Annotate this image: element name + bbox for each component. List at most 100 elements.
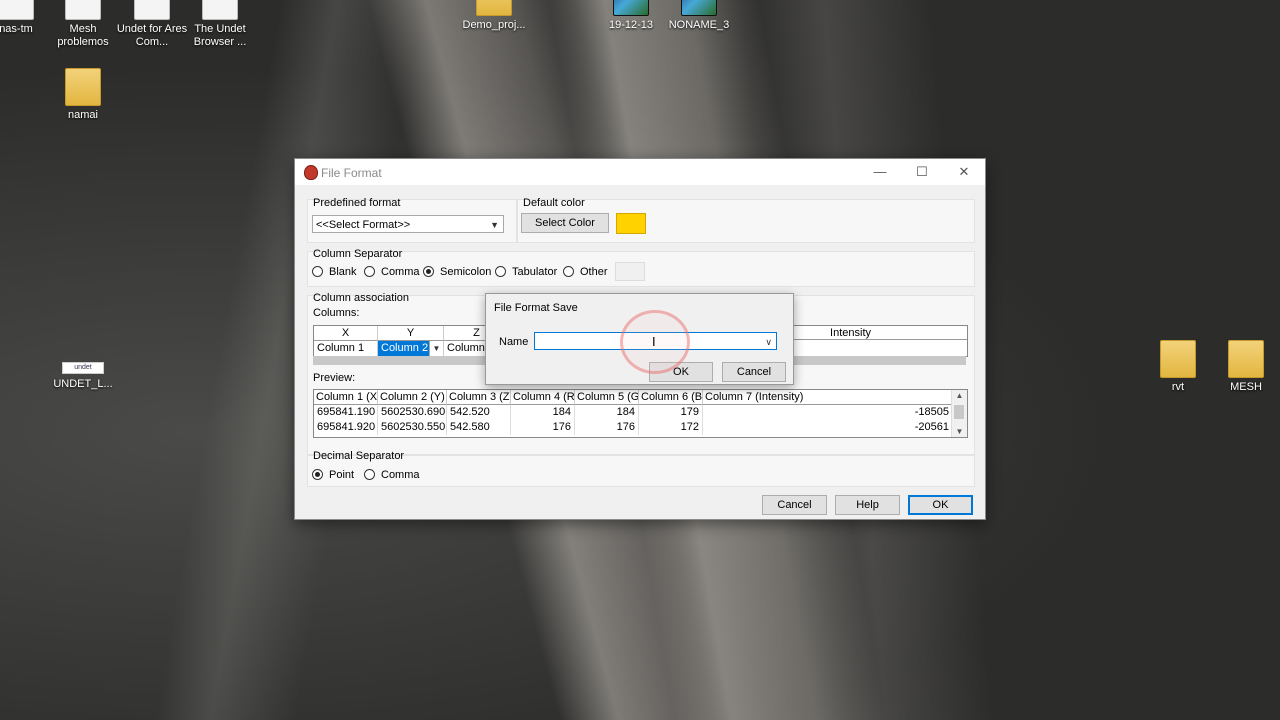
preview-cell: 172 xyxy=(639,420,703,435)
select-color-button[interactable]: Select Color xyxy=(521,213,609,233)
desktop-icon-label: NONAME_3 xyxy=(668,19,730,31)
window-title: File Format xyxy=(321,166,382,180)
desktop-icon-label: 19-12-13 xyxy=(608,19,654,31)
document-icon xyxy=(134,0,170,20)
grid-cell-x[interactable]: Column 1 xyxy=(314,341,378,356)
separator-radio-comma[interactable]: Comma xyxy=(364,266,420,279)
text-cursor-icon: I xyxy=(652,334,656,349)
preview-header: Column 7 (Intensity) xyxy=(703,390,952,405)
radio-label: Comma xyxy=(381,469,420,481)
ok-button[interactable]: OK xyxy=(908,495,973,515)
predefined-format-select[interactable]: <<Select Format>> ▼ xyxy=(312,215,504,233)
preview-vertical-scrollbar[interactable]: ▲ ▼ xyxy=(951,390,967,437)
default-color-label: Default color xyxy=(523,197,585,209)
desktop-icon-label: The Undet Browser ... xyxy=(193,23,247,48)
radio-label: Blank xyxy=(329,266,357,278)
radio-label: Tabulator xyxy=(512,266,558,278)
decimal-radio-point[interactable]: Point xyxy=(312,469,354,482)
preview-cell: 176 xyxy=(511,420,575,435)
undet-logo-icon: undet xyxy=(62,362,104,374)
preview-cell: 179 xyxy=(639,405,703,420)
desktop-icon-undet-browser[interactable]: The Undet Browser ... xyxy=(180,0,260,49)
minimize-button[interactable]: — xyxy=(859,159,901,185)
scroll-thumb[interactable] xyxy=(954,405,964,419)
dialog-title: File Format Save xyxy=(494,302,578,314)
chevron-down-icon: ▼ xyxy=(490,220,499,230)
name-label: Name xyxy=(499,336,529,348)
preview-header: Column 4 (R) xyxy=(511,390,575,405)
separator-radio-other[interactable]: Other xyxy=(563,266,608,279)
preview-cell: -18505 xyxy=(914,406,949,418)
predefined-format-label: Predefined format xyxy=(313,197,401,209)
desktop-icon-noname-3[interactable]: NONAME_3 xyxy=(659,0,739,32)
radio-selected-icon xyxy=(312,469,323,480)
radio-label: Comma xyxy=(381,266,420,278)
cancel-button[interactable]: Cancel xyxy=(762,495,827,515)
image-thumbnail-icon xyxy=(681,0,717,16)
separator-radio-blank[interactable]: Blank xyxy=(312,266,357,279)
radio-icon xyxy=(495,266,506,277)
preview-cell: 176 xyxy=(575,420,639,435)
folder-icon xyxy=(476,0,512,16)
window-titlebar[interactable]: File Format — ☐ ✕ xyxy=(295,159,985,185)
dialog-cancel-button[interactable]: Cancel xyxy=(722,362,786,382)
radio-icon xyxy=(364,469,375,480)
grid-header-y: Y xyxy=(378,326,444,341)
preview-cell: -20561 xyxy=(914,421,949,433)
document-icon xyxy=(0,0,34,20)
document-icon xyxy=(65,0,101,20)
radio-icon xyxy=(563,266,574,277)
preview-header: Column 3 (Z) xyxy=(447,390,511,405)
folder-icon xyxy=(1160,340,1196,378)
grid-cell-y-select[interactable]: Column 2 ▼ xyxy=(378,341,444,356)
desktop-icon-mesh[interactable]: MESH xyxy=(1206,340,1280,394)
radio-selected-icon xyxy=(423,266,434,277)
radio-label: Other xyxy=(580,266,608,278)
preview-header: Column 2 (Y) xyxy=(378,390,447,405)
desktop-icon-label: Demo_proj... xyxy=(462,19,526,31)
separator-radio-semicolon[interactable]: Semicolon xyxy=(423,266,491,279)
grid-header-x: X xyxy=(314,326,378,341)
preview-cell: 695841.190 xyxy=(314,405,378,420)
preview-cell: 184 xyxy=(511,405,575,420)
maximize-button[interactable]: ☐ xyxy=(901,159,943,185)
desktop-icon-undet-l[interactable]: undet UNDET_L... xyxy=(43,362,123,391)
column-association-label: Column association xyxy=(313,292,409,304)
app-logo-icon xyxy=(304,165,318,180)
desktop-icon-label: nas-tm xyxy=(0,23,33,35)
desktop-icon-namai[interactable]: namai xyxy=(43,68,123,122)
columns-label: Columns: xyxy=(313,307,360,319)
scroll-down-icon[interactable]: ▼ xyxy=(952,427,967,436)
preview-header: Column 5 (G) xyxy=(575,390,639,405)
decimal-radio-comma[interactable]: Comma xyxy=(364,469,420,482)
document-icon xyxy=(202,0,238,20)
preview-cell: 5602530.550 xyxy=(378,420,447,435)
other-separator-input[interactable] xyxy=(615,262,645,281)
radio-label: Point xyxy=(329,469,355,481)
predefined-format-value: <<Select Format>> xyxy=(316,219,411,231)
chevron-down-icon[interactable]: ∨ xyxy=(765,333,772,351)
scroll-up-icon[interactable]: ▲ xyxy=(952,391,967,400)
radio-icon xyxy=(364,266,375,277)
folder-icon xyxy=(1228,340,1264,378)
close-button[interactable]: ✕ xyxy=(943,159,985,185)
desktop-icon-demo-proj[interactable]: Demo_proj... xyxy=(454,0,534,32)
folder-icon xyxy=(65,68,101,106)
desktop-icon-label: Mesh problemos xyxy=(57,23,109,48)
preview-header: Column 6 (B) xyxy=(639,390,703,405)
decimal-separator-label: Decimal Separator xyxy=(313,450,405,462)
chevron-down-icon[interactable]: ▼ xyxy=(429,341,443,356)
desktop-icon-label: UNDET_L... xyxy=(53,378,113,390)
color-swatch[interactable] xyxy=(616,213,646,234)
image-thumbnail-icon xyxy=(613,0,649,16)
separator-radio-tabulator[interactable]: Tabulator xyxy=(495,266,557,279)
desktop-icon-mesh-problemos[interactable]: Mesh problemos xyxy=(43,0,123,49)
dialog-ok-button[interactable]: OK xyxy=(649,362,713,382)
preview-header: Column 1 (X) xyxy=(314,390,378,405)
help-button[interactable]: Help xyxy=(835,495,900,515)
file-format-save-dialog: File Format Save Name ∨ OK Cancel xyxy=(485,293,794,385)
desktop-icon-label: Undet for Ares Com... xyxy=(116,23,188,48)
preview-cell: 184 xyxy=(575,405,639,420)
preview-cell: 695841.920 xyxy=(314,420,378,435)
preview-cell: 542.520 xyxy=(447,405,511,420)
